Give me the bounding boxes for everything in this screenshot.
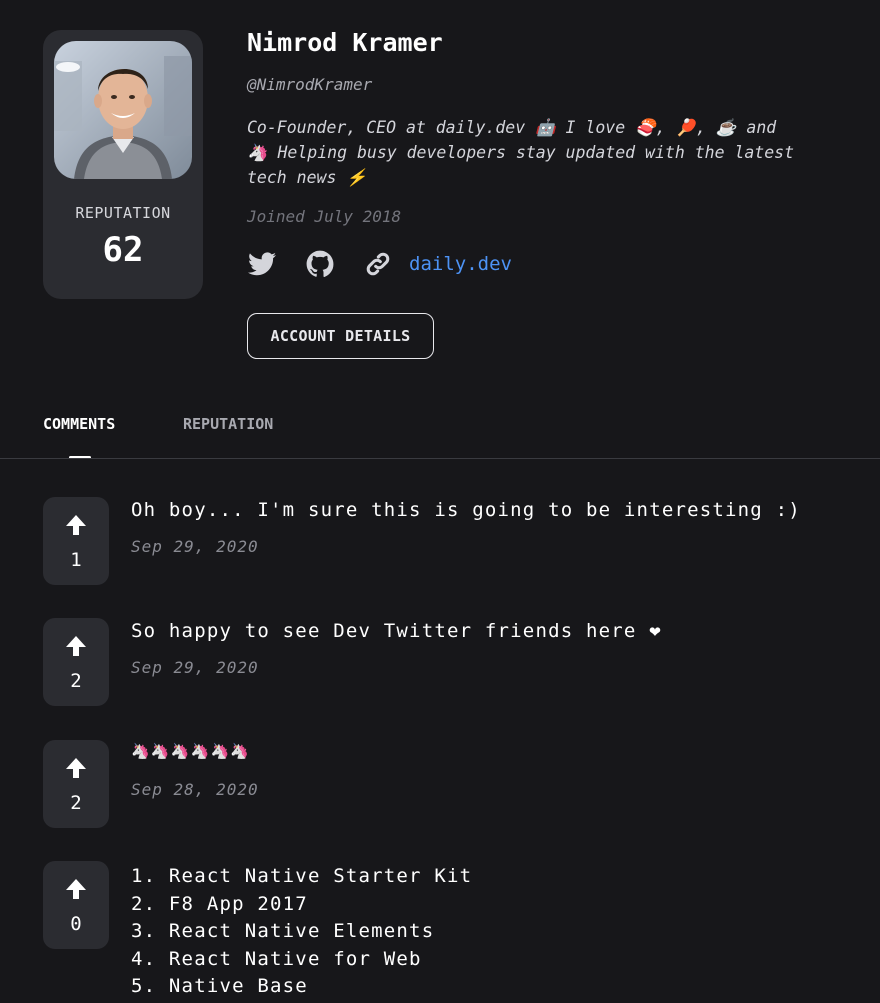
profile-name: Nimrod Kramer xyxy=(247,28,443,57)
upvote-arrow-icon xyxy=(66,758,86,778)
upvote-button[interactable]: 0 xyxy=(43,861,109,949)
account-details-button[interactable]: ACCOUNT DETAILS xyxy=(247,313,434,359)
bio-line: 🦄 Helping busy developers stay updated w… xyxy=(247,143,795,162)
upvote-count: 0 xyxy=(70,913,82,935)
avatar[interactable] xyxy=(54,41,192,179)
bio-line: tech news ⚡ xyxy=(247,168,367,187)
reputation-value: 62 xyxy=(102,230,144,270)
joined-date: Joined July 2018 xyxy=(247,207,402,226)
reputation-label: REPUTATION xyxy=(75,204,171,222)
twitter-icon[interactable] xyxy=(247,249,277,279)
upvote-arrow-icon xyxy=(66,515,86,535)
tab-reputation[interactable]: REPUTATION xyxy=(183,415,273,433)
profile-bio: Co-Founder, CEO at daily.dev 🤖 I love 🍣,… xyxy=(247,115,847,190)
list-item: 5. Native Base xyxy=(131,975,308,997)
tabs-divider xyxy=(0,458,880,459)
profile-handle: @NimrodKramer xyxy=(247,75,373,94)
comment-text[interactable]: 1. React Native Starter Kit 2. F8 App 20… xyxy=(131,863,472,1001)
website-link[interactable]: daily.dev xyxy=(409,253,512,275)
upvote-count: 2 xyxy=(70,792,82,814)
link-icon[interactable] xyxy=(363,249,393,279)
comment-date: Sep 28, 2020 xyxy=(131,780,259,799)
list-item: 2. F8 App 2017 xyxy=(131,892,308,915)
upvote-arrow-icon xyxy=(66,879,86,899)
profile-page: REPUTATION 62 Nimrod Kramer @NimrodKrame… xyxy=(0,0,880,1003)
upvote-count: 2 xyxy=(70,670,82,692)
upvote-count: 1 xyxy=(70,549,82,571)
social-links: daily.dev xyxy=(247,247,512,281)
upvote-button[interactable]: 2 xyxy=(43,740,109,828)
comment-text[interactable]: So happy to see Dev Twitter friends here… xyxy=(131,620,662,642)
comment-text[interactable]: Oh boy... I'm sure this is going to be i… xyxy=(131,499,801,521)
list-item: 1. React Native Starter Kit xyxy=(131,865,473,887)
comment-text[interactable]: 🦄🦄🦄🦄🦄🦄 xyxy=(131,742,250,760)
github-icon[interactable] xyxy=(305,249,335,279)
list-item: 3. React Native Elements xyxy=(131,920,435,942)
comment-date: Sep 29, 2020 xyxy=(131,658,259,677)
upvote-arrow-icon xyxy=(66,636,86,656)
upvote-button[interactable]: 2 xyxy=(43,618,109,706)
comment-date: Sep 29, 2020 xyxy=(131,537,259,556)
upvote-button[interactable]: 1 xyxy=(43,497,109,585)
list-item: 4. React Native for Web xyxy=(131,947,422,970)
tab-comments[interactable]: COMMENTS xyxy=(43,415,115,433)
profile-card: REPUTATION 62 xyxy=(43,30,203,299)
bio-line: Co-Founder, CEO at daily.dev 🤖 I love 🍣,… xyxy=(247,118,777,137)
